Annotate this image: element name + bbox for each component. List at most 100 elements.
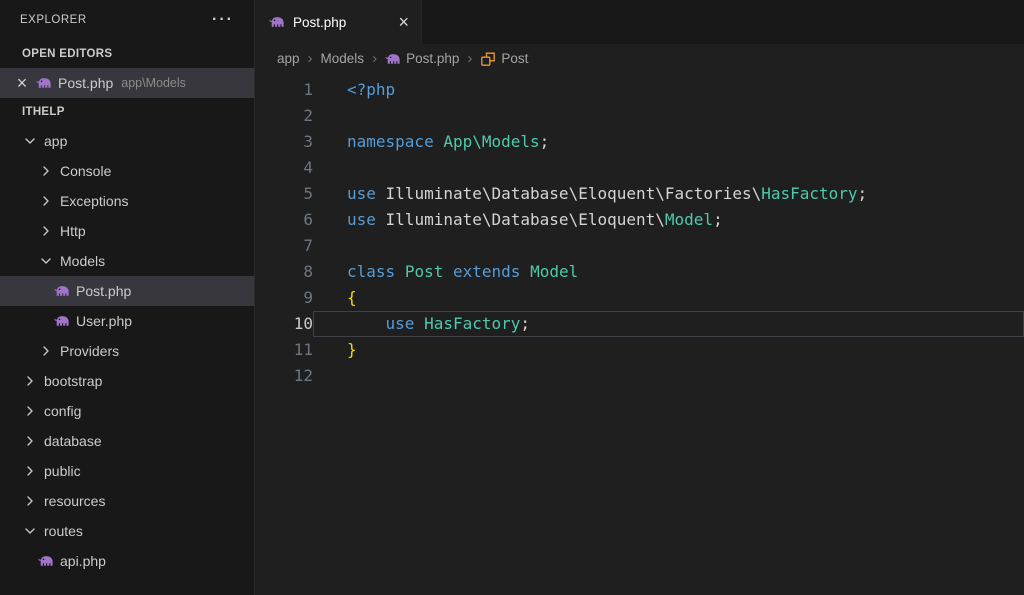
tree-folder-console[interactable]: Console: [0, 156, 254, 186]
line-number: 2: [303, 106, 313, 125]
code-token: HasFactory: [761, 184, 858, 203]
code-token: use: [347, 210, 376, 229]
tree-file-api-php[interactable]: api.php: [0, 546, 254, 576]
chevron-right-icon: [22, 463, 38, 479]
line-number: 1: [303, 80, 313, 99]
breadcrumb-item-label: Models: [320, 51, 365, 66]
chevron-right-icon: [38, 343, 54, 359]
code-line-6[interactable]: 6 use Illuminate\Database\Eloquent\Model;: [255, 207, 1024, 233]
editor-area: Post.php × app › Models › Post.php › Post 1 <?p…: [255, 0, 1024, 595]
explorer-header: EXPLORER ···: [0, 0, 254, 40]
tree-folder-public[interactable]: public: [0, 456, 254, 486]
tree-file-user-php[interactable]: User.php: [0, 306, 254, 336]
code-line-12[interactable]: 12: [255, 363, 1024, 389]
breadcrumb-item-models[interactable]: Models: [321, 51, 365, 66]
line-number: 4: [303, 158, 313, 177]
tree-item-label: Providers: [60, 343, 120, 359]
tree-item-label: api.php: [60, 553, 106, 569]
code-line-3[interactable]: 3 namespace App\Models;: [255, 129, 1024, 155]
line-number: 6: [303, 210, 313, 229]
php-file-icon: [269, 14, 285, 30]
tree-item-label: Console: [60, 163, 112, 179]
breadcrumb-item-label: app: [277, 51, 300, 66]
tree-folder-exceptions[interactable]: Exceptions: [0, 186, 254, 216]
chevron-down-icon: [4, 104, 20, 120]
breadcrumb-item-post[interactable]: Post: [480, 51, 528, 67]
tab-post-php[interactable]: Post.php ×: [255, 0, 422, 44]
code-line-8[interactable]: 8 class Post extends Model: [255, 259, 1024, 285]
tree-item-label: routes: [44, 523, 83, 539]
open-editors-section-header[interactable]: OPEN EDITORS: [0, 40, 254, 68]
tree-folder-config[interactable]: config: [0, 396, 254, 426]
tree-folder-models[interactable]: Models: [0, 246, 254, 276]
project-section-header[interactable]: ITHELP: [0, 98, 254, 126]
chevron-down-icon: [4, 46, 20, 62]
code-line-content: class Post extends Model: [313, 259, 1024, 285]
tree-item-label: Http: [60, 223, 86, 239]
explorer-title: EXPLORER: [20, 14, 87, 26]
chevron-right-icon: [22, 403, 38, 419]
tree-item-label: app: [44, 133, 68, 149]
tab-bar: Post.php ×: [255, 0, 1024, 44]
class-icon: [480, 51, 496, 67]
tree-file-post-php[interactable]: Post.php: [0, 276, 254, 306]
line-number: 9: [303, 288, 313, 307]
open-editor-file-name: Post.php: [58, 75, 114, 91]
breadcrumb-item-label: Post.php: [406, 51, 460, 66]
code-line-content: [313, 155, 1024, 181]
code-line-content: use HasFactory;: [313, 311, 1024, 337]
code-token: class: [347, 262, 396, 281]
tree-folder-app[interactable]: app: [0, 126, 254, 156]
breadcrumb-item-app[interactable]: app: [277, 51, 300, 66]
code-line-10[interactable]: 10 use HasFactory;: [255, 311, 1024, 337]
code-line-9[interactable]: 9{: [255, 285, 1024, 311]
code-token: {: [347, 288, 357, 307]
breadcrumb-item-post-php[interactable]: Post.php: [385, 51, 459, 67]
close-icon[interactable]: ×: [14, 74, 30, 92]
code-line-11[interactable]: 11}: [255, 337, 1024, 363]
code-line-content: use Illuminate\Database\Eloquent\Model;: [313, 207, 1024, 233]
code-line-2[interactable]: 2: [255, 103, 1024, 129]
code-token: use: [385, 314, 415, 333]
tree-folder-bootstrap[interactable]: bootstrap: [0, 366, 254, 396]
breadcrumb-item-label: Post: [501, 51, 529, 66]
code-line-content: use Illuminate\Database\Eloquent\Factori…: [313, 181, 1024, 207]
chevron-down-icon: [22, 523, 38, 539]
code-line-1[interactable]: 1 <?php: [255, 77, 1024, 103]
breadcrumb: app › Models › Post.php › Post: [255, 44, 1024, 73]
chevron-down-icon: [22, 133, 38, 149]
chevron-down-icon: [38, 253, 54, 269]
code-token: App\Models: [443, 132, 540, 151]
code-line-7[interactable]: 7: [255, 233, 1024, 259]
tree-item-label: bootstrap: [44, 373, 103, 389]
code-line-content: {: [313, 285, 1024, 311]
code-line-content: }: [313, 337, 1024, 363]
code-token: ;: [520, 314, 531, 333]
php-file-icon: [54, 283, 70, 299]
code-line-5[interactable]: 5 use Illuminate\Database\Eloquent\Factor…: [255, 181, 1024, 207]
tree-folder-http[interactable]: Http: [0, 216, 254, 246]
tab-label: Post.php: [293, 14, 347, 30]
close-icon[interactable]: ×: [398, 13, 409, 31]
tree-folder-database[interactable]: database: [0, 426, 254, 456]
code-token: Model: [664, 210, 714, 229]
tree-item-label: User.php: [76, 313, 133, 329]
project-label: ITHELP: [22, 106, 65, 118]
tree-folder-routes[interactable]: routes: [0, 516, 254, 546]
more-actions-icon[interactable]: ···: [212, 12, 234, 28]
open-editor-item-post-php[interactable]: × Post.php app\Models: [0, 68, 254, 98]
breadcrumb-separator-icon: ›: [372, 50, 378, 67]
line-number: 8: [303, 262, 313, 281]
tree-folder-providers[interactable]: Providers: [0, 336, 254, 366]
tree-folder-resources[interactable]: resources: [0, 486, 254, 516]
line-number: 10: [293, 314, 313, 333]
line-number: 5: [303, 184, 313, 203]
code-editor[interactable]: 1 <?php 2 3 namespace App\Models; 4 5 use Illum…: [255, 73, 1024, 595]
tree-item-label: database: [44, 433, 102, 449]
tree-item-label: config: [44, 403, 82, 419]
code-line-4[interactable]: 4: [255, 155, 1024, 181]
